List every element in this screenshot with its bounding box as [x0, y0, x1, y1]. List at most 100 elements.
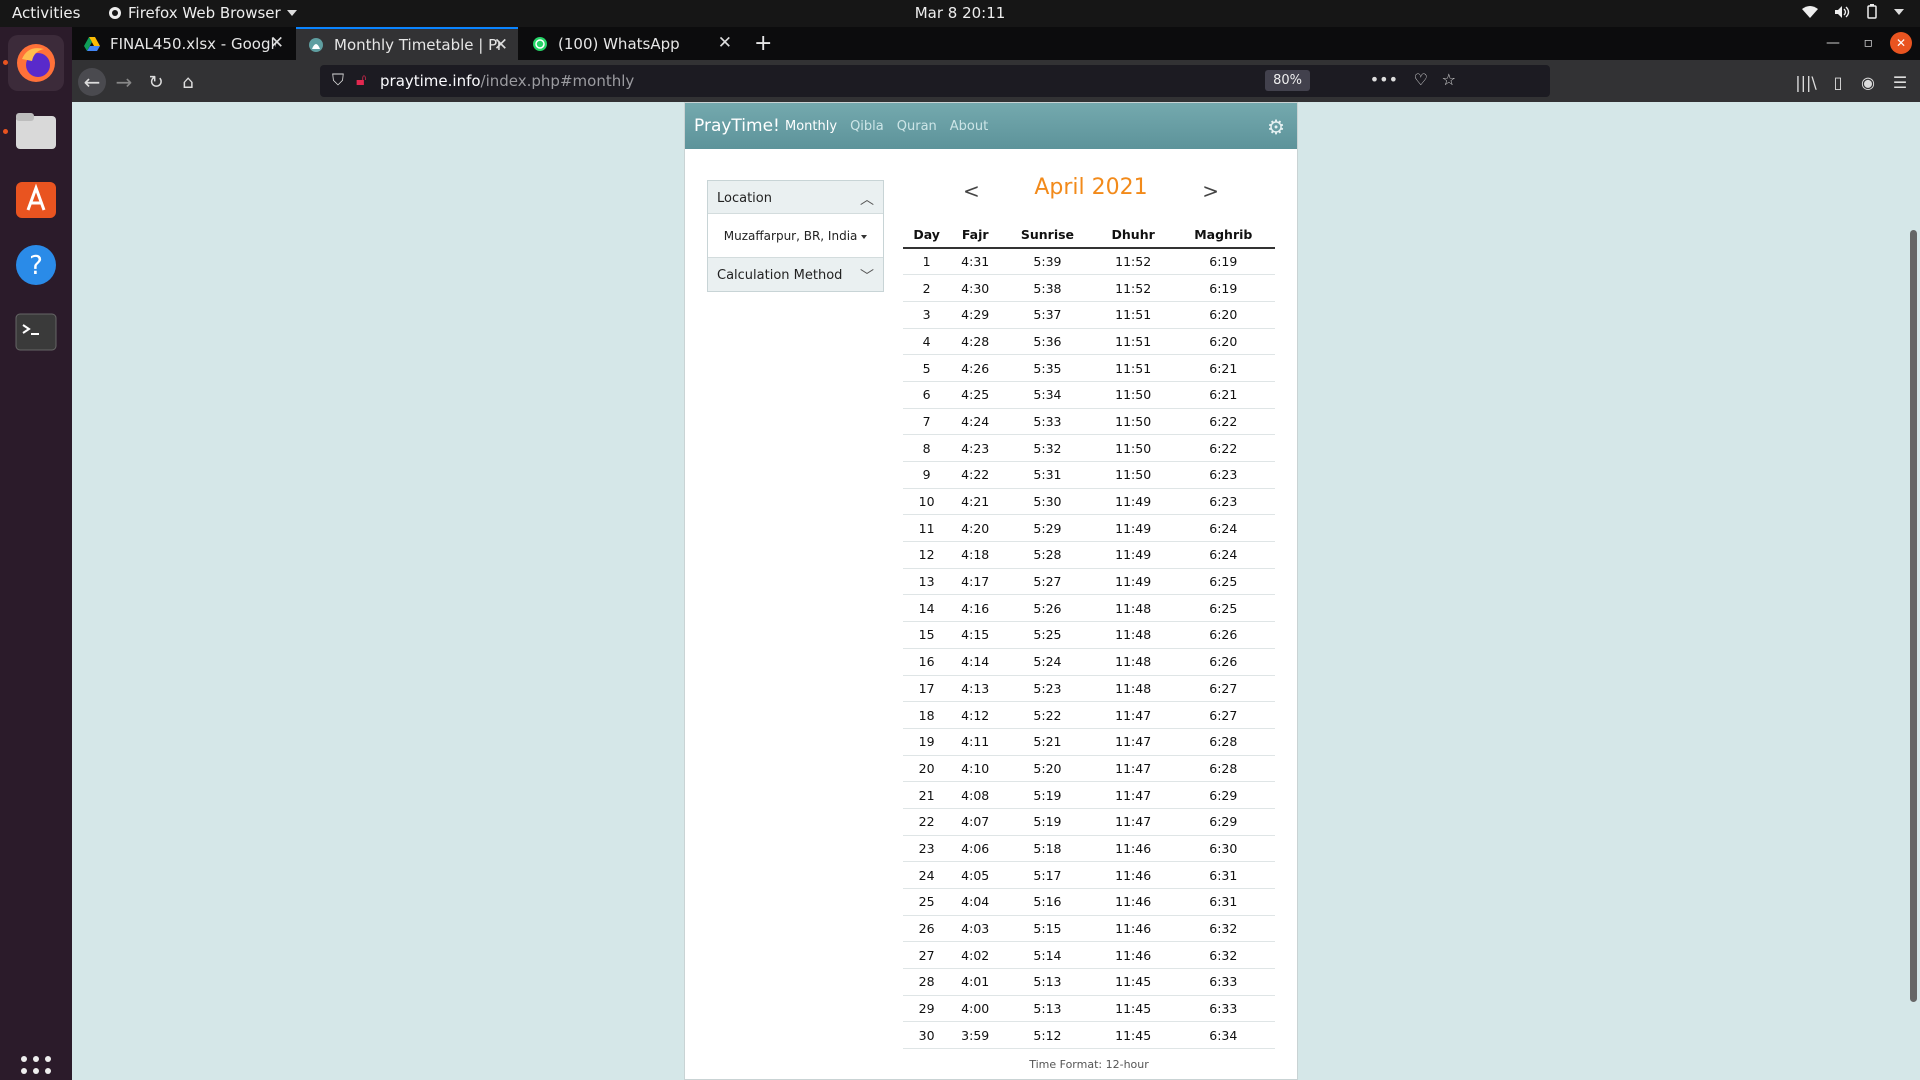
table-cell: 29: [903, 995, 951, 1023]
system-tray[interactable]: [1802, 4, 1904, 19]
bookmark-star-icon[interactable]: ☆: [1442, 70, 1456, 89]
table-row: 17 4:13 5:23 11:48 6:27: [903, 675, 1275, 703]
arrow-left-icon: ←: [83, 70, 101, 94]
table-row: 26 4:03 5:15 11:46 6:32: [903, 915, 1275, 943]
table-cell: 5:32: [1000, 434, 1095, 462]
table-cell: 6:34: [1171, 1021, 1275, 1050]
nav-about[interactable]: About: [950, 119, 988, 134]
zoom-level-button[interactable]: 80%: [1265, 70, 1310, 91]
running-indicator: [3, 129, 8, 134]
tab-whatsapp[interactable]: (100) WhatsApp ✕: [520, 27, 742, 60]
close-icon[interactable]: ✕: [494, 35, 508, 55]
forward-button[interactable]: →: [110, 68, 138, 96]
firefox-small-icon: [109, 7, 121, 19]
calculation-method-panel-header[interactable]: Calculation Method ﹀: [708, 258, 883, 291]
site-brand[interactable]: PrayTime!: [694, 116, 780, 136]
table-cell: 4:22: [950, 461, 1001, 489]
table-cell: 5:13: [1000, 968, 1095, 996]
table-cell: 11:50: [1094, 381, 1172, 409]
table-cell: 6:19: [1171, 248, 1275, 276]
dock-software[interactable]: [8, 170, 64, 226]
nav-monthly[interactable]: Monthly: [785, 119, 837, 134]
firefox-icon: [17, 44, 55, 82]
minimize-icon[interactable]: —: [1826, 35, 1840, 51]
table-cell: 4:14: [950, 648, 1001, 676]
hamburger-menu-icon[interactable]: ☰: [1886, 68, 1914, 96]
sidebar-icon[interactable]: ▯: [1824, 68, 1852, 96]
table-cell: 6:30: [1171, 835, 1275, 863]
activities-button[interactable]: Activities: [12, 4, 80, 22]
table-cell: 5:14: [1000, 941, 1095, 970]
close-icon[interactable]: ✕: [718, 33, 732, 53]
table-cell: 6:29: [1171, 781, 1275, 809]
table-cell: 5:36: [1000, 328, 1095, 356]
month-title: April 2021: [1034, 175, 1148, 200]
dock-terminal[interactable]: [8, 304, 64, 360]
url-text[interactable]: praytime.info/index.php#monthly: [380, 72, 634, 90]
url-path: /index.php#monthly: [480, 72, 635, 90]
restore-icon[interactable]: ▫: [1864, 35, 1874, 51]
table-cell: 11:46: [1094, 888, 1172, 916]
table-cell: 11:51: [1094, 301, 1172, 329]
table-cell: 11:47: [1094, 781, 1172, 809]
nav-qibla[interactable]: Qibla: [850, 119, 884, 134]
clock-label[interactable]: Mar 8 20:11: [915, 4, 1006, 22]
shield-icon[interactable]: ⛉: [332, 70, 344, 90]
table-cell: 5:39: [1000, 248, 1095, 276]
browser-tab-bar: FINAL450.xlsx - Google D ✕ Monthly Timet…: [72, 27, 1920, 60]
home-button[interactable]: ⌂: [174, 68, 202, 96]
tab-monthly-timetable[interactable]: Monthly Timetable | Pray ✕: [296, 27, 518, 60]
table-cell: 4:29: [950, 301, 1001, 329]
table-cell: 12: [903, 541, 951, 569]
table-row: 12 4:18 5:28 11:49 6:24: [903, 541, 1275, 569]
dock-files[interactable]: [8, 103, 64, 159]
window-close-icon[interactable]: ✕: [1890, 32, 1912, 54]
back-button[interactable]: ←: [78, 68, 106, 96]
terminal-icon: [15, 313, 57, 351]
page-scrollbar[interactable]: [1906, 102, 1920, 1080]
app-menu[interactable]: Firefox Web Browser: [108, 4, 297, 22]
location-panel-header[interactable]: Location ︿: [708, 181, 883, 214]
table-cell: 11:50: [1094, 434, 1172, 462]
insecure-lock-icon[interactable]: 🔓︎: [356, 70, 366, 90]
table-cell: 3: [903, 301, 951, 329]
table-cell: 4:30: [950, 274, 1001, 302]
next-month-button[interactable]: >: [1202, 179, 1219, 203]
dock-show-apps[interactable]: [8, 1043, 64, 1080]
tab-title: FINAL450.xlsx - Google D: [110, 34, 276, 53]
table-cell: 4:24: [950, 408, 1001, 436]
app-store-icon: [16, 182, 56, 218]
table-cell: 11:49: [1094, 488, 1172, 516]
reload-button[interactable]: ↻: [142, 68, 170, 96]
home-icon: ⌂: [182, 71, 194, 93]
library-icon[interactable]: |||\: [1792, 68, 1820, 96]
table-cell: 25: [903, 888, 951, 916]
table-cell: 4:28: [950, 328, 1001, 356]
account-icon[interactable]: ◉: [1854, 68, 1882, 96]
method-header-label: Calculation Method: [717, 268, 843, 283]
table-cell: 5:13: [1000, 995, 1095, 1023]
location-selector[interactable]: Muzaffarpur, BR, India: [708, 214, 883, 258]
table-row: 2 4:30 5:38 11:52 6:19: [903, 274, 1275, 302]
table-row: 6 4:25 5:34 11:50 6:21: [903, 381, 1275, 409]
table-cell: 26: [903, 915, 951, 943]
close-icon[interactable]: ✕: [270, 33, 284, 53]
dock-help[interactable]: ?: [8, 237, 64, 293]
nav-quran[interactable]: Quran: [897, 119, 937, 134]
table-row: 20 4:10 5:20 11:47 6:28: [903, 755, 1275, 783]
table-cell: 11:51: [1094, 354, 1172, 382]
tab-google-drive[interactable]: FINAL450.xlsx - Google D ✕: [72, 27, 294, 60]
table-cell: 11:48: [1094, 621, 1172, 649]
dock-firefox[interactable]: [8, 35, 64, 91]
table-cell: 6:25: [1171, 568, 1275, 596]
table-cell: 6:26: [1171, 621, 1275, 649]
url-bar[interactable]: ⛉ 🔓︎ praytime.info/index.php#monthly 80%…: [320, 65, 1550, 97]
new-tab-button[interactable]: +: [746, 27, 782, 60]
pocket-icon[interactable]: ♡: [1414, 70, 1428, 89]
table-cell: 11:52: [1094, 274, 1172, 302]
more-actions-icon[interactable]: •••: [1370, 70, 1398, 89]
table-cell: 5:21: [1000, 728, 1095, 756]
scrollbar-thumb[interactable]: [1910, 230, 1917, 1002]
table-cell: 5:19: [1000, 781, 1095, 809]
gear-icon[interactable]: ⚙: [1267, 115, 1285, 139]
